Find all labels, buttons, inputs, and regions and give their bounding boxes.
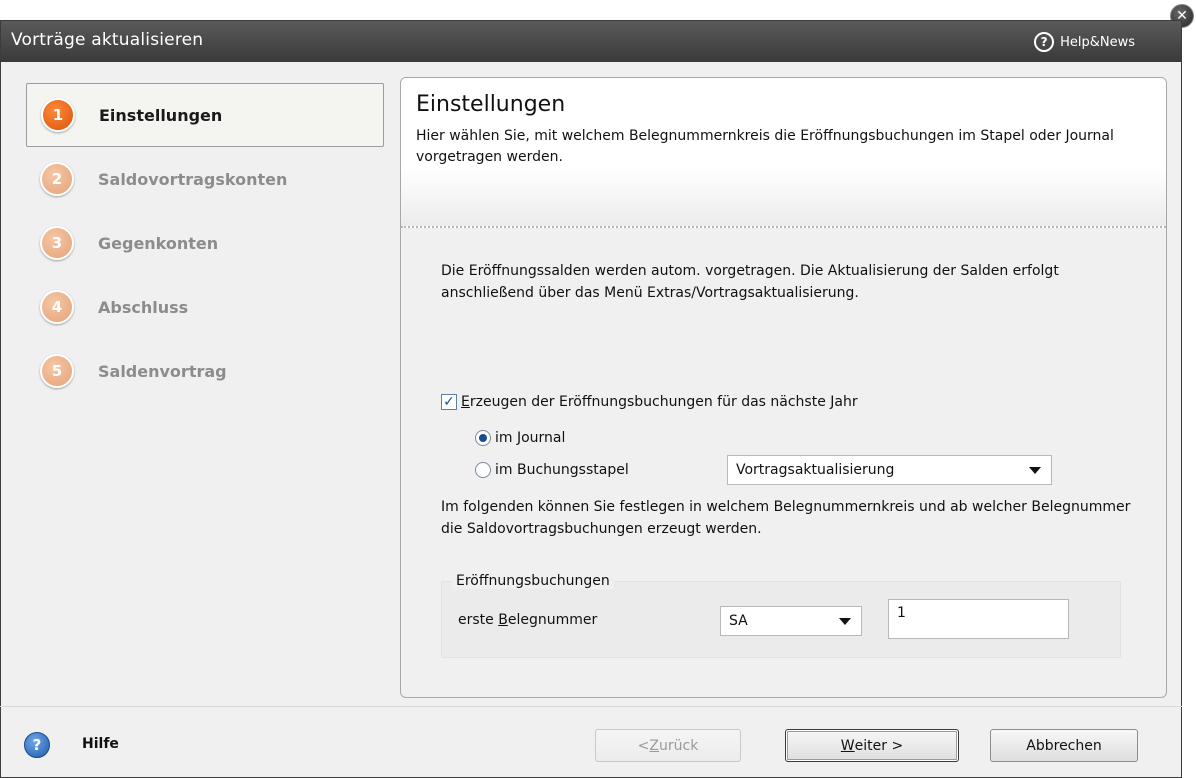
step-einstellungen[interactable]: 1 Einstellungen [26,83,384,147]
stapel-select[interactable]: Vortragsaktualisierung [727,455,1052,485]
step-label: Gegenkonten [98,233,219,253]
next-button[interactable]: Weiter > [785,729,959,762]
step-number-badge: 5 [40,354,74,388]
belegnummernkreis-select[interactable]: SA [720,606,862,636]
chevron-down-icon [839,618,851,625]
help-icon[interactable]: ? [24,732,50,758]
radio-journal-label: im Journal [495,430,566,446]
belegnummer-info-text: Im folgenden können Sie festlegen in wel… [441,499,1131,537]
group-legend: Eröffnungsbuchungen [452,573,614,589]
checkbox-checked-icon[interactable]: ✓ [441,394,457,410]
window-body: 1 Einstellungen 2 Saldovortragskonten 3 … [0,20,1182,778]
opening-entries-group: Eröffnungsbuchungen erste Belegnummer SA… [441,573,1121,658]
cancel-button[interactable]: Abbrechen [990,729,1138,762]
step-saldenvortrag: 5 Saldenvortrag [26,339,384,403]
back-label-accel: Z [649,737,659,754]
checkbox-label-rest: rzeugen der Eröffnungsbuchungen für das … [469,394,858,410]
step-label: Saldovortragskonten [98,169,288,189]
step-gegenkonten: 3 Gegenkonten [26,211,384,275]
step-number-badge: 3 [40,226,74,260]
step-saldovortragskonten: 2 Saldovortragskonten [26,147,384,211]
step-label: Einstellungen [99,105,223,125]
step-number-badge: 2 [40,162,74,196]
back-button[interactable]: < Zurück [595,729,741,762]
help-label[interactable]: Hilfe [82,736,119,752]
radio-selected-icon[interactable] [475,430,491,446]
label-pre: erste [458,612,499,628]
wizard-steps: 1 Einstellungen 2 Saldovortragskonten 3 … [26,83,384,403]
step-label: Abschluss [98,297,189,317]
radio-unselected-icon[interactable] [475,462,491,478]
first-belegnummer-label: erste Belegnummer [458,612,597,628]
dialog-frame: ✕ Vorträge aktualisieren ? Help&News 1 E… [0,0,1196,778]
step-label: Saldenvortrag [98,361,227,381]
footer-divider [0,706,1182,707]
radio-stapel-label: im Buchungsstapel [495,462,629,478]
checkbox-label-accel: E [461,394,470,410]
step-abschluss: 4 Abschluss [26,275,384,339]
page-title: Einstellungen [416,92,566,117]
step-number-badge: 4 [40,290,74,324]
create-opening-entries-checkbox[interactable]: ✓ Erzeugen der Eröffnungsbuchungen für d… [441,394,858,410]
next-label-post: eiter > [854,737,904,754]
next-label-accel: W [840,737,855,754]
step-number-badge: 1 [41,98,75,132]
belegnummer-input[interactable]: 1 [888,599,1069,639]
info-text: Die Eröffnungssalden werden autom. vorge… [441,263,1059,301]
label-post: elegnummer [507,612,598,628]
stapel-select-value: Vortragsaktualisierung [736,462,895,478]
radio-journal[interactable]: im Journal [475,430,565,446]
content-panel: Einstellungen Hier wählen Sie, mit welch… [400,77,1167,698]
back-label-pre: < [637,737,650,754]
content-header: Einstellungen Hier wählen Sie, mit welch… [401,78,1166,228]
label-accel: B [498,612,508,628]
radio-buchungsstapel[interactable]: im Buchungsstapel [475,462,629,478]
kreis-select-value: SA [729,613,748,629]
page-description: Hier wählen Sie, mit welchem Belegnummer… [416,128,1114,165]
checkbox-label: Erzeugen der Eröffnungsbuchungen für das… [461,394,858,410]
back-label-post: urück [659,737,699,754]
chevron-down-icon [1029,467,1041,474]
